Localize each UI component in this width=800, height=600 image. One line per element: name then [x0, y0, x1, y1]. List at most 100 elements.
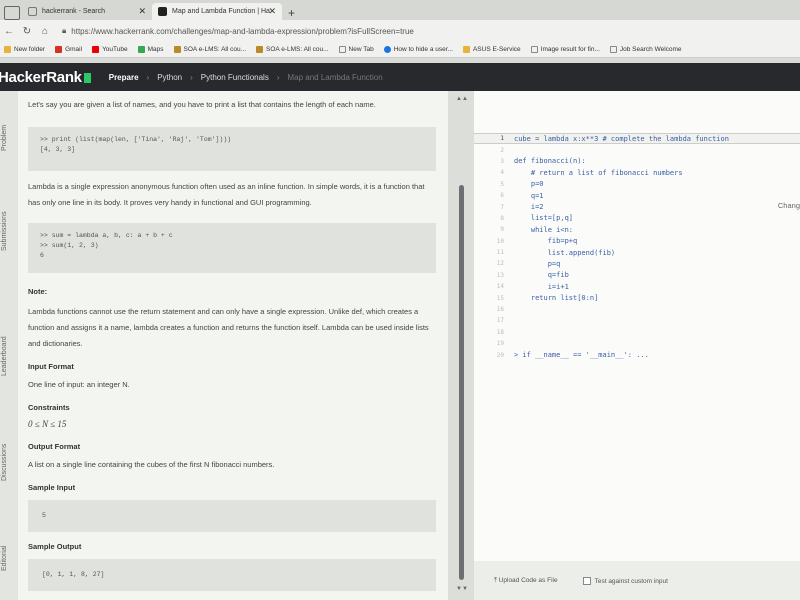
breadcrumb-python-functionals[interactable]: Python Functionals [201, 73, 269, 82]
soa-icon [173, 46, 181, 53]
tab-leaderboard[interactable]: Leaderboard [1, 336, 8, 376]
bookmark-asus[interactable]: ASUS E-Service [462, 46, 521, 53]
code-line[interactable]: 20 > if __name__ == '__main__': ... [474, 349, 800, 360]
bookmark-maps[interactable]: Maps [137, 46, 164, 53]
bookmark-new-tab[interactable]: New Tab [338, 46, 374, 53]
scroll-up-icon[interactable]: ▲▲ [456, 96, 468, 102]
code-line[interactable]: 9 while i<n: [474, 224, 800, 235]
tab-discussions[interactable]: Discussions [1, 444, 8, 481]
line-number: 14 [496, 283, 504, 291]
code-example-map: >> print (list(map(len, ['Tina', 'Raj', … [28, 127, 436, 171]
code-text: # return a list of fibonacci numbers [514, 168, 683, 177]
chevron-right-icon: › [276, 72, 280, 82]
code-line[interactable]: 4 # return a list of fibonacci numbers [474, 167, 800, 178]
code-line[interactable]: 11 list.append(fib) [474, 247, 800, 258]
note-heading: Note: [28, 287, 48, 296]
line-number: 10 [496, 237, 504, 245]
hackerrank-logo[interactable]: HackerRank [0, 69, 91, 86]
browser-tab-bar: hackerrank - Search ✕ Map and Lambda Fun… [0, 0, 800, 20]
code-line[interactable]: 18 [474, 327, 800, 338]
line-number: 12 [496, 260, 504, 268]
bookmark-soa-1[interactable]: SOA e-LMS: All cou... [173, 46, 246, 53]
code-line[interactable]: 8 list=[p,q] [474, 213, 800, 224]
code-line[interactable]: 16 [474, 304, 800, 315]
code-line[interactable]: 3 def fibonacci(n): [474, 156, 800, 167]
new-tab-button[interactable]: + [288, 6, 295, 20]
code-line[interactable]: 12 p=q [474, 258, 800, 269]
bookmark-image-result[interactable]: Image result for fin... [530, 46, 600, 53]
browser-tab-search[interactable]: hackerrank - Search ✕ [22, 3, 152, 20]
output-format-text: A list on a single line containing the c… [28, 460, 275, 469]
bookmark-job-search[interactable]: Job Search Welcome [609, 46, 682, 53]
bookmark-new-folder[interactable]: New folder [4, 46, 45, 53]
code-line[interactable]: 7 i=2 [474, 201, 800, 212]
soa-icon [256, 46, 264, 53]
home-icon[interactable]: ⌂ [36, 26, 54, 37]
sample-input-box: 5 [28, 500, 436, 532]
upload-code-button[interactable]: ⤒ Upload Code as File [494, 577, 558, 585]
code-line[interactable]: 17 [474, 315, 800, 326]
window-menu-icon[interactable] [4, 6, 20, 20]
code-line[interactable]: 2 [474, 144, 800, 155]
chevron-right-icon: › [146, 72, 150, 82]
code-line[interactable]: 15 return list[0:n] [474, 292, 800, 303]
sample-output-box: [0, 1, 1, 8, 27] [28, 559, 436, 591]
browser-tab-active[interactable]: Map and Lambda Function | Ha ✕ [152, 3, 282, 20]
code-text: p=q [514, 259, 561, 268]
line-number: 20 [496, 351, 504, 359]
folder-icon [4, 46, 11, 53]
scroll-down-icon[interactable]: ▼▼ [456, 586, 468, 592]
output-format-heading: Output Format [28, 442, 81, 451]
scrollbar-thumb[interactable] [459, 185, 464, 580]
code-text: i=2 [514, 203, 544, 212]
back-arrow-icon[interactable]: ← [0, 26, 18, 37]
checkbox[interactable] [582, 576, 591, 585]
tab-submissions[interactable]: Submissions [1, 211, 8, 251]
tab-problem[interactable]: Problem [1, 125, 8, 151]
breadcrumb-prepare[interactable]: Prepare [109, 73, 139, 82]
code-line[interactable]: 13 q=fib [474, 270, 800, 281]
close-icon[interactable]: ✕ [138, 6, 146, 17]
reload-icon[interactable]: ↻ [18, 26, 36, 37]
line-number: 5 [500, 180, 504, 188]
breadcrumb-python[interactable]: Python [157, 73, 182, 82]
bookmark-soa-2[interactable]: SOA e-LMS: All cou... [256, 46, 329, 53]
code-text: while i<n: [514, 225, 574, 234]
code-text: q=1 [514, 191, 544, 200]
problem-statement: Let's say you are given a list of names,… [18, 91, 448, 600]
sample-input-heading: Sample Input [28, 483, 76, 492]
input-format-heading: Input Format [28, 362, 74, 371]
site-header: HackerRank Prepare › Python › Python Fun… [0, 63, 800, 91]
line-number: 16 [496, 306, 504, 314]
code-example-lambda: >> sum = lambda a, b, c: a + b + c >> su… [28, 223, 436, 273]
url-field[interactable]: 🔒︎ https://www.hackerrank.com/challenges… [62, 23, 780, 39]
code-line[interactable]: 5 p=0 [474, 179, 800, 190]
breadcrumb: Prepare › Python › Python Functionals › … [109, 73, 383, 82]
bookmark-hide-user[interactable]: How to hide a user... [383, 46, 453, 53]
url-text: https://www.hackerrank.com/challenges/ma… [71, 26, 414, 36]
line-number: 1 [500, 135, 504, 143]
tab-label: hackerrank - Search [42, 8, 106, 15]
code-lines[interactable]: 1 cube = lambda x:x**3 # complete the lam… [474, 133, 800, 361]
tab-editorial[interactable]: Editorial [1, 546, 8, 571]
close-icon[interactable]: ✕ [268, 6, 276, 17]
code-line[interactable]: 1 cube = lambda x:x**3 # complete the lam… [474, 133, 800, 145]
code-text: list=[p,q] [514, 214, 574, 223]
bookmark-youtube[interactable]: YouTube [92, 46, 128, 53]
custom-input-toggle[interactable]: Test against custom input [582, 576, 668, 585]
code-text: list.append(fib) [514, 248, 616, 257]
line-number: 15 [496, 294, 504, 302]
code-text: p=0 [514, 180, 544, 189]
line-number: 9 [500, 226, 504, 234]
lambda-description: Lambda is a single expression anonymous … [28, 182, 425, 207]
code-line[interactable]: 10 fib=p+q [474, 236, 800, 247]
hackerrank-favicon-icon [158, 7, 167, 16]
code-line[interactable]: 14 i=i+1 [474, 281, 800, 292]
line-number: 19 [496, 340, 504, 348]
code-line[interactable]: 6 q=1 [474, 190, 800, 201]
code-text: def fibonacci(n): [514, 157, 586, 166]
bookmark-gmail[interactable]: Gmail [55, 46, 82, 53]
youtube-icon [92, 46, 100, 53]
search-icon [28, 7, 37, 16]
code-line[interactable]: 19 [474, 338, 800, 349]
